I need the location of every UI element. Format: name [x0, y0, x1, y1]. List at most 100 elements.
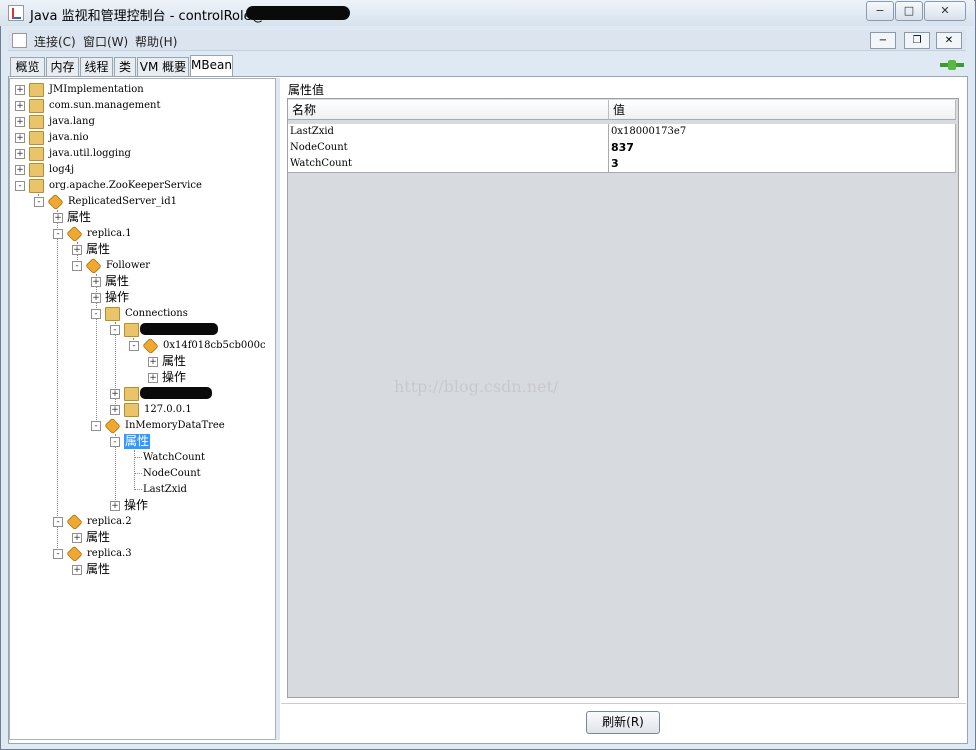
- menu-help[interactable]: 帮助(H): [135, 33, 177, 50]
- tab-vm-summary[interactable]: VM 概要: [137, 57, 189, 76]
- collapse-icon[interactable]: -: [110, 437, 120, 447]
- collapse-icon[interactable]: -: [72, 261, 82, 271]
- collapse-icon[interactable]: -: [129, 341, 139, 351]
- java-icon: [8, 5, 24, 21]
- folder-icon: [29, 83, 44, 97]
- attribute-value: 837: [609, 140, 956, 156]
- folder-icon: [105, 307, 120, 321]
- tab-mbean[interactable]: MBean: [190, 55, 233, 77]
- folder-icon: [29, 115, 44, 129]
- node-label: 属性: [162, 354, 187, 368]
- collapse-icon[interactable]: -: [53, 549, 63, 559]
- window-title: Java 监视和管理控制台 - controlRole@: [30, 9, 265, 24]
- expand-icon[interactable]: +: [110, 405, 120, 415]
- connection-icon: [940, 60, 964, 70]
- node-label: 操作: [162, 370, 187, 384]
- node-label: JMImplementation: [49, 84, 144, 95]
- collapse-icon[interactable]: -: [91, 309, 101, 319]
- minimize-button[interactable]: −: [866, 1, 894, 21]
- panel-title: 属性值: [288, 83, 325, 97]
- expand-icon[interactable]: +: [110, 389, 120, 399]
- folder-icon: [29, 99, 44, 113]
- expand-icon[interactable]: +: [15, 133, 25, 143]
- folder-icon: [29, 131, 44, 145]
- folder-icon: [29, 147, 44, 161]
- node-label: com.sun.management: [49, 100, 161, 111]
- node-label: 属性: [86, 242, 111, 256]
- expand-icon[interactable]: +: [15, 85, 25, 95]
- node-label: replica.1: [87, 228, 132, 239]
- expand-icon[interactable]: +: [15, 117, 25, 127]
- inner-minimize-button[interactable]: −: [870, 32, 896, 49]
- collapse-icon[interactable]: -: [91, 421, 101, 431]
- node-label: replica.2: [87, 516, 132, 527]
- title-bar: Java 监视和管理控制台 - controlRole@ − □ ✕: [0, 0, 974, 26]
- node-label: NodeCount: [143, 468, 201, 479]
- expand-icon[interactable]: +: [72, 245, 82, 255]
- expand-icon[interactable]: +: [15, 165, 25, 175]
- node-label: 属性: [105, 274, 130, 288]
- attribute-name: NodeCount: [288, 140, 609, 156]
- tree-line: [134, 450, 135, 490]
- collapse-icon[interactable]: -: [34, 197, 44, 207]
- folder-icon: [124, 387, 139, 401]
- column-header-value[interactable]: 值: [609, 100, 956, 120]
- folder-icon: [29, 179, 44, 193]
- tab-threads[interactable]: 线程: [80, 57, 113, 76]
- expand-icon[interactable]: +: [72, 565, 82, 575]
- node-label: InMemoryDataTree: [125, 420, 225, 431]
- collapse-icon[interactable]: -: [53, 517, 63, 527]
- expand-icon[interactable]: +: [91, 293, 101, 303]
- expand-icon[interactable]: +: [15, 101, 25, 111]
- attribute-value: 0x18000173e7: [609, 124, 956, 140]
- watermark: http://blog.csdn.net/: [394, 377, 559, 396]
- tree-line: [134, 489, 142, 490]
- expand-icon[interactable]: +: [53, 213, 63, 223]
- tab-overview[interactable]: 概览: [10, 57, 45, 76]
- collapse-icon[interactable]: -: [53, 229, 63, 239]
- node-label: java.util.logging: [49, 148, 131, 159]
- folder-icon: [29, 163, 44, 177]
- tree-line: [134, 457, 142, 458]
- table-row[interactable]: WatchCount 3: [288, 156, 956, 173]
- attribute-name: LastZxid: [288, 124, 609, 140]
- tab-memory[interactable]: 内存: [46, 57, 79, 76]
- column-header-name[interactable]: 名称: [288, 100, 609, 120]
- tab-classes[interactable]: 类: [114, 57, 136, 76]
- node-label: 属性: [86, 562, 111, 576]
- collapse-icon[interactable]: -: [110, 325, 120, 335]
- java-icon: [12, 33, 27, 48]
- attribute-name: WatchCount: [288, 156, 609, 172]
- node-label: 操作: [124, 498, 149, 512]
- maximize-button[interactable]: □: [895, 1, 923, 21]
- table-row[interactable]: LastZxid 0x18000173e7: [288, 124, 956, 141]
- inner-restore-button[interactable]: ❐: [904, 32, 930, 49]
- collapse-icon[interactable]: -: [15, 181, 25, 191]
- node-label: LastZxid: [143, 484, 187, 495]
- close-button[interactable]: ✕: [924, 1, 966, 21]
- menu-bar: 连接(C) 窗口(W) 帮助(H) − ❐ ✕: [8, 30, 966, 51]
- redacted-address: [140, 323, 218, 335]
- expand-icon[interactable]: +: [148, 357, 158, 367]
- expand-icon[interactable]: +: [110, 501, 120, 511]
- expand-icon[interactable]: +: [148, 373, 158, 383]
- expand-icon[interactable]: +: [91, 277, 101, 287]
- redacted-host: [246, 6, 350, 20]
- menu-window[interactable]: 窗口(W): [83, 33, 128, 50]
- node-label: org.apache.ZooKeeperService: [49, 180, 202, 191]
- menu-connection[interactable]: 连接(C): [34, 33, 76, 50]
- node-label: log4j: [49, 164, 75, 175]
- node-label: java.lang: [49, 116, 95, 127]
- node-label-selected: 属性: [124, 434, 151, 449]
- attribute-value: 3: [609, 156, 956, 172]
- expand-icon[interactable]: +: [15, 149, 25, 159]
- folder-icon: [124, 323, 139, 337]
- inner-close-button[interactable]: ✕: [936, 32, 962, 49]
- folder-icon: [124, 403, 139, 417]
- refresh-button[interactable]: 刷新(R): [586, 711, 660, 734]
- table-row[interactable]: NodeCount 837: [288, 140, 956, 157]
- node-label: WatchCount: [143, 452, 206, 463]
- node-label: 操作: [105, 290, 130, 304]
- attribute-table: [287, 98, 959, 698]
- expand-icon[interactable]: +: [72, 533, 82, 543]
